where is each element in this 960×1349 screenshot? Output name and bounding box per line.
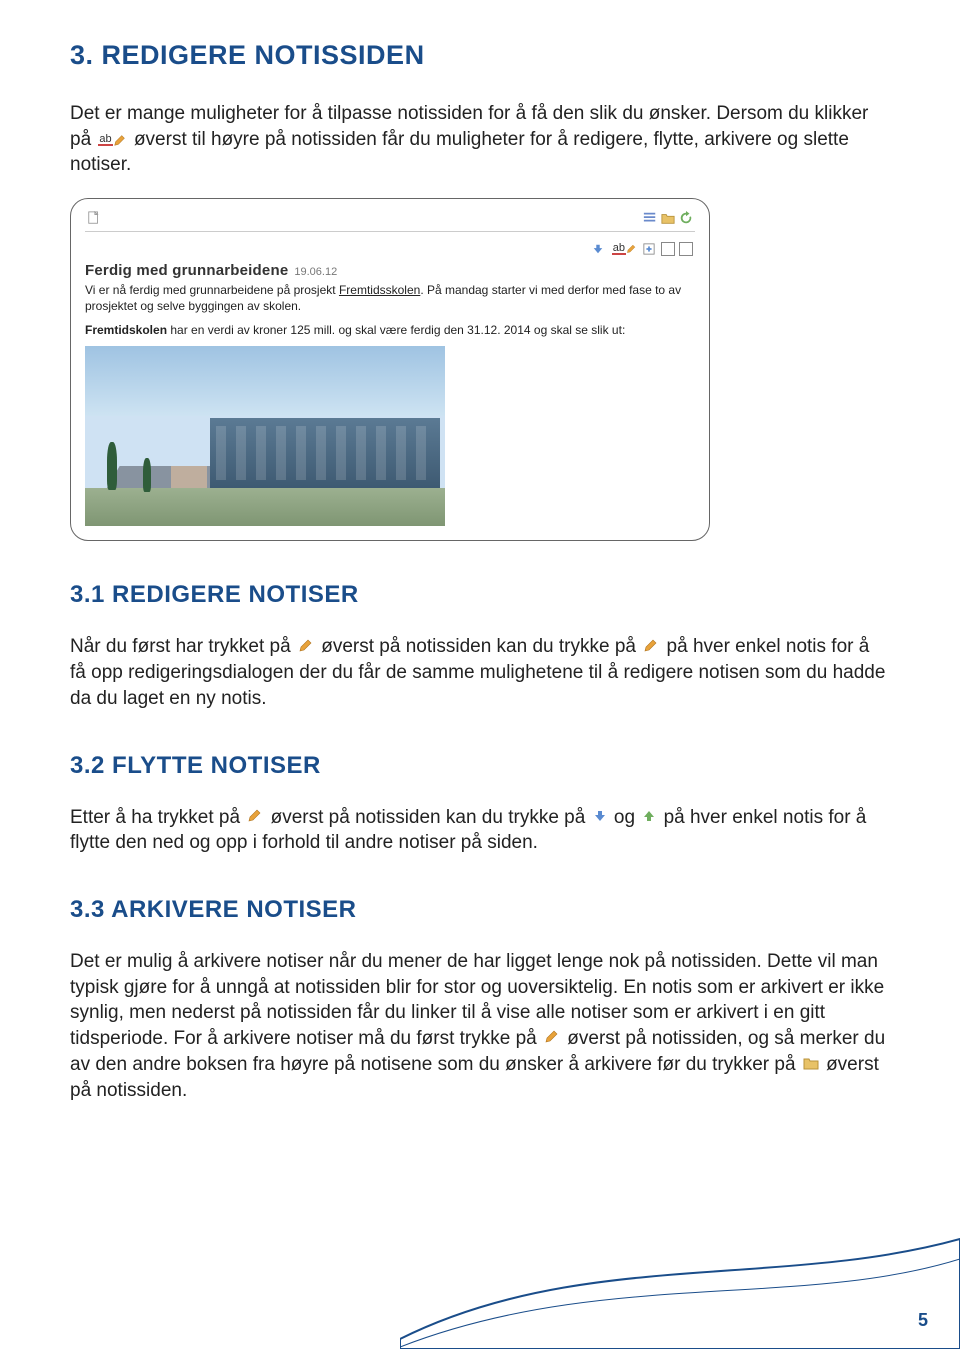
screenshot-body2-a: Fremtidskolen bbox=[85, 323, 167, 337]
screenshot-frame: ab Ferdig med grunnarbeidene 19.06.12 Vi… bbox=[70, 198, 710, 542]
screenshot-title-row: Ferdig med grunnarbeidene 19.06.12 bbox=[85, 262, 695, 279]
refresh-icon bbox=[679, 211, 693, 225]
delete-checkbox bbox=[679, 242, 693, 256]
para32-c: og bbox=[614, 807, 640, 828]
heading-3-1: 3.1 REDIGERE NOTISER bbox=[70, 581, 890, 609]
para31-a: Når du først har trykket på bbox=[70, 636, 296, 657]
para-32: Etter å ha trykket på øverst på notissid… bbox=[70, 805, 890, 856]
heading-3-3: 3.3 ARKIVERE NOTISER bbox=[70, 896, 890, 924]
arrow-down-icon bbox=[593, 805, 607, 831]
screenshot-body1-link: Fremtidsskolen bbox=[339, 283, 420, 297]
para-31: Når du først har trykket på øverst på no… bbox=[70, 634, 890, 711]
ab-icon: ab bbox=[612, 243, 626, 255]
expand-icon bbox=[643, 242, 657, 256]
pencil-icon bbox=[247, 805, 263, 831]
arrow-down-icon bbox=[592, 242, 606, 256]
folder-icon bbox=[661, 211, 675, 225]
screenshot-body-2: Fremtidskolen har en verdi av kroner 125… bbox=[85, 322, 695, 338]
ab-icon: ab bbox=[98, 134, 112, 146]
para32-b: øverst på notissiden kan du trykke på bbox=[271, 807, 591, 828]
screenshot-body1-a: Vi er nå ferdig med grunnarbeidene på pr… bbox=[85, 283, 339, 297]
pencil-icon bbox=[113, 133, 127, 147]
screenshot-title: Ferdig med grunnarbeidene bbox=[85, 262, 288, 279]
heading-3-2: 3.2 FLYTTE NOTISER bbox=[70, 752, 890, 780]
ab-edit-icon: ab bbox=[98, 133, 126, 147]
screenshot-topbar-left bbox=[87, 211, 101, 225]
archive-checkbox bbox=[661, 242, 675, 256]
page: 3. REDIGERE NOTISSIDEN Det er mange muli… bbox=[0, 0, 960, 1349]
screenshot-body2-b: har en verdi av kroner 125 mill. og skal… bbox=[167, 323, 625, 337]
page-number: 5 bbox=[918, 1310, 928, 1331]
pencil-icon bbox=[544, 1026, 560, 1052]
footer-swoosh bbox=[400, 1229, 960, 1349]
screenshot-topbar bbox=[85, 209, 695, 232]
screenshot-item-toolbar: ab bbox=[85, 242, 695, 256]
heading-3: 3. REDIGERE NOTISSIDEN bbox=[70, 40, 890, 71]
screenshot-date: 19.06.12 bbox=[294, 266, 337, 278]
ab-edit-icon: ab bbox=[612, 242, 637, 256]
pencil-icon bbox=[626, 243, 637, 254]
para-intro: Det er mange muligheter for å tilpasse n… bbox=[70, 101, 890, 178]
screenshot-body-1: Vi er nå ferdig med grunnarbeidene på pr… bbox=[85, 282, 695, 314]
list-icon bbox=[643, 211, 657, 225]
new-page-icon bbox=[87, 211, 101, 225]
folder-icon bbox=[803, 1052, 819, 1078]
para32-a: Etter å ha trykket på bbox=[70, 807, 245, 828]
pencil-icon bbox=[643, 635, 659, 661]
pencil-icon bbox=[298, 635, 314, 661]
para-33: Det er mulig å arkivere notiser når du m… bbox=[70, 949, 890, 1103]
arrow-up-icon bbox=[642, 805, 656, 831]
para31-b: øverst på notissiden kan du trykke på bbox=[321, 636, 641, 657]
para-intro-b: øverst til høyre på notissiden får du mu… bbox=[70, 129, 849, 176]
screenshot-topbar-right bbox=[643, 211, 693, 225]
screenshot-photo bbox=[85, 346, 445, 526]
